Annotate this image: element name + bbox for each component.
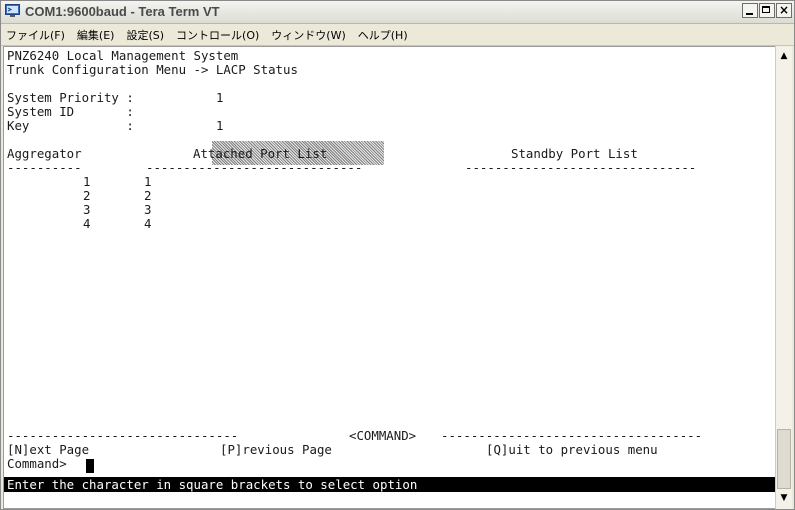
menu-bar: ファイル(F) 編集(E) 設定(S) コントロール(O) ウィンドウ(W) ヘ… [1,24,794,46]
vertical-scrollbar[interactable]: ▲ ▼ [775,46,792,509]
breadcrumb: Trunk Configuration Menu -> LACP Status [7,62,298,77]
tera-term-window: COM1:9600baud - Tera Term VT × ファイル(F) 編… [0,0,795,510]
system-header-title: PNZ6240 Local Management System [7,48,239,63]
terminal-screen[interactable]: PNZ6240 Local Management System Trunk Co… [3,46,777,509]
scroll-down-icon[interactable]: ▼ [776,490,792,507]
column-header-attached-port-list: Attached Port List [193,146,328,161]
column-underline-standby: ------------------------------- [465,160,697,175]
close-icon[interactable]: × [776,3,792,18]
window-controls: × [741,3,792,21]
maximize-icon[interactable] [759,3,775,18]
attached-port-value: 3 [144,202,152,217]
scroll-up-icon[interactable]: ▲ [776,48,792,65]
window-title: COM1:9600baud - Tera Term VT [25,4,220,19]
system-priority-label: System Priority : [7,90,134,105]
key-value: 1 [216,118,224,133]
quit-option[interactable]: [Q]uit to previous menu [486,443,658,457]
menu-window[interactable]: ウィンドウ(W) [265,27,351,43]
next-page-option[interactable]: [N]ext Page [7,443,89,457]
scroll-thumb[interactable] [777,429,791,489]
column-header-standby-port-list: Standby Port List [511,146,638,161]
menu-setup[interactable]: 設定(S) [120,27,170,43]
text-cursor[interactable] [86,459,94,473]
key-label: Key : [7,118,134,133]
column-header-aggregator: Aggregator [7,146,82,161]
teraterm-app-icon [5,4,20,17]
minimize-icon[interactable] [742,3,758,18]
title-bar[interactable]: COM1:9600baud - Tera Term VT × [1,1,794,24]
menu-help[interactable]: ヘルプ(H) [352,27,414,43]
system-priority-value: 1 [216,90,224,105]
column-underline-attached: ----------------------------- [146,160,363,175]
command-separator-left: ------------------------------- [7,428,239,443]
aggregator-value: 3 [83,202,91,217]
command-separator-label: <COMMAND> [349,428,417,443]
aggregator-value: 1 [83,174,91,189]
aggregator-value: 4 [83,216,91,231]
aggregator-value: 2 [83,188,91,203]
attached-port-value: 1 [144,174,152,189]
attached-port-value: 4 [144,216,152,231]
menu-edit[interactable]: 編集(E) [71,27,121,43]
system-id-label: System ID : [7,104,134,119]
previous-page-option[interactable]: [P]revious Page [220,443,332,457]
menu-control[interactable]: コントロール(O) [170,27,265,43]
command-separator-right: ----------------------------------- [441,428,703,443]
menu-file[interactable]: ファイル(F) [1,27,71,43]
command-prompt: Command> [7,456,67,471]
column-underline-aggregator: ---------- [7,160,82,175]
status-message: Enter the character in square brackets t… [4,477,776,492]
attached-port-value: 2 [144,188,152,203]
